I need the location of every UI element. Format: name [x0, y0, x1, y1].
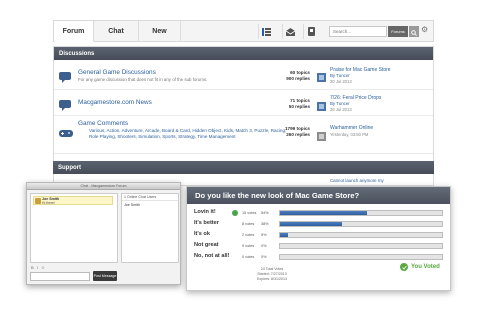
- poll-option-label: Lovin it!: [194, 209, 216, 215]
- support-header: Support: [53, 161, 434, 174]
- chat-message: Joe Smith Hi there!: [33, 196, 113, 205]
- search-scope-dropdown[interactable]: Forums: [388, 26, 408, 37]
- gear-icon[interactable]: ⚙: [421, 25, 428, 34]
- chat-messages-pane[interactable]: Joe Smith Hi there!: [30, 193, 118, 263]
- poll-option-label: It's ok: [194, 231, 210, 237]
- last-post-date: 26 Jul 2013: [330, 107, 352, 112]
- avatar: [35, 198, 41, 204]
- chat-online-users: 1 Online Chat Users Joe Smith: [121, 193, 179, 263]
- top-navigation-bar: Forum Chat New Forums ⚙: [53, 20, 434, 42]
- poll-option-percent: 0%: [261, 255, 267, 259]
- forum-row-general[interactable]: General Game Discussions For any game di…: [54, 60, 433, 90]
- topic-count: 60 topics: [290, 70, 310, 75]
- poll-option-percent: 5%: [261, 233, 267, 237]
- poll-bar-fill: [280, 222, 342, 226]
- last-post-thumbnail: [317, 69, 326, 82]
- chat-format-tools[interactable]: B I ☺: [31, 265, 46, 270]
- poll-bar: [279, 232, 443, 238]
- discussions-header: Discussions: [54, 47, 433, 60]
- tab-new[interactable]: New: [139, 21, 181, 42]
- inbox-icon: [285, 23, 296, 41]
- forum-title[interactable]: General Game Discussions: [78, 69, 156, 76]
- list-view-icon: [262, 23, 271, 41]
- tab-forum[interactable]: Forum: [54, 21, 94, 42]
- forum-title[interactable]: Macgamestore.com News: [78, 99, 152, 106]
- poll-bar: [279, 210, 443, 216]
- last-post-date: 30 Jul 2013: [330, 79, 352, 84]
- last-post-author[interactable]: By Tuncer: [330, 101, 350, 106]
- speech-bubble-icon: [59, 70, 73, 83]
- reply-count: 900 replies: [286, 76, 310, 81]
- last-post-title[interactable]: Warhammer Online: [330, 125, 373, 131]
- chat-window: Chat - Macgamestore Forum Joe Smith Hi t…: [26, 182, 181, 285]
- forum-row-game-comments[interactable]: Game Comments Various, Action, Adventure…: [54, 116, 433, 154]
- topic-count: 71 topics: [290, 98, 310, 103]
- poll-option-label: Not great: [194, 242, 219, 248]
- poll-start-date: Started: 7/27/2013: [257, 272, 287, 276]
- checkmark-icon: [400, 263, 408, 271]
- chat-window-title[interactable]: Chat - Macgamestore Forum: [27, 183, 180, 190]
- poll-bar: [279, 221, 443, 227]
- speech-bubble-icon: [59, 98, 73, 111]
- poll-option-votes: 8 votes: [242, 222, 255, 226]
- game-controller-icon: [59, 126, 73, 137]
- search-input[interactable]: [329, 26, 387, 37]
- last-post-thumbnail: [317, 128, 326, 141]
- poll-option-percent: 54%: [261, 211, 269, 215]
- last-post-thumbnail: [317, 98, 326, 111]
- forum-title[interactable]: Game Comments: [78, 120, 128, 127]
- poll-option-label: No, not at all!: [194, 253, 230, 259]
- poll-bar: [279, 243, 443, 249]
- poll-option-votes: 0 votes: [242, 244, 255, 248]
- poll-option-votes: 2 votes: [242, 233, 255, 237]
- poll-total-votes: 24 Total Votes: [260, 267, 284, 271]
- poll-bar: [279, 254, 443, 260]
- subforum-links[interactable]: Various, Action, Adventure, Arcade, Boar…: [89, 128, 294, 140]
- reply-count: 50 replies: [288, 104, 310, 109]
- poll-question: Do you like the new look of Mac Game Sto…: [187, 187, 450, 204]
- topic-count: 1799 topics: [284, 126, 310, 131]
- forum-stats: 71 topics 50 replies: [272, 98, 310, 110]
- online-users-header: 1 Online Chat Users: [122, 194, 178, 201]
- poll-option-votes: 15 votes: [242, 211, 257, 215]
- forum-stats: 60 topics 900 replies: [272, 70, 310, 82]
- bookmark-icon: [308, 23, 315, 41]
- poll-option-label: It's better: [194, 220, 219, 226]
- post-message-button[interactable]: Post Message: [93, 271, 117, 281]
- list-view-button[interactable]: [258, 24, 274, 39]
- poll-bar-fill: [280, 211, 368, 215]
- chat-message-input[interactable]: [30, 272, 90, 281]
- poll-option-percent: 0%: [261, 244, 267, 248]
- last-post-author[interactable]: By Tuncer: [330, 73, 350, 78]
- poll-option-percent: 38%: [261, 222, 269, 226]
- reply-count: 260 replies: [286, 132, 310, 137]
- online-user[interactable]: Joe Smith: [124, 203, 140, 207]
- tab-chat[interactable]: Chat: [94, 21, 139, 42]
- chat-message-text: Hi there!: [42, 201, 55, 205]
- last-post-date: Yesterday, 03:50 PM: [330, 132, 369, 137]
- forum-description: For any game discussion that does not fi…: [78, 77, 208, 82]
- poll-card: Do you like the new look of Mac Game Sto…: [186, 186, 451, 291]
- poll-expiry-date: Expires: 8/31/2013: [257, 277, 287, 281]
- forum-stats: 1799 topics 260 replies: [272, 126, 310, 138]
- you-voted-badge: You Voted: [400, 263, 440, 271]
- bookmark-button[interactable]: [303, 24, 319, 39]
- inbox-button[interactable]: [282, 24, 298, 39]
- search-icon: [411, 23, 417, 41]
- support-last-post-title[interactable]: Cannot launch anymore my: [330, 178, 384, 183]
- checkmark-icon: [232, 210, 238, 216]
- poll-bar-fill: [280, 233, 289, 237]
- poll-option-votes: 0 votes: [242, 255, 255, 259]
- forum-row-news[interactable]: Macgamestore.com News 71 topics 50 repli…: [54, 90, 433, 116]
- search-button[interactable]: [409, 26, 419, 37]
- you-voted-label: You Voted: [411, 264, 440, 270]
